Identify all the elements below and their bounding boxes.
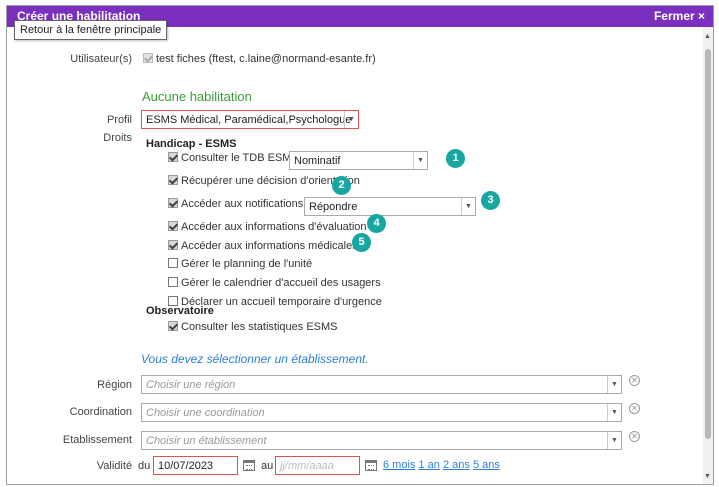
scroll-thumb[interactable]: [705, 49, 711, 439]
notif-action-select[interactable]: Répondre ▼: [304, 197, 476, 216]
profil-value: ESMS Médical, Paramédical,Psychologue: [146, 114, 352, 126]
range-link-2-years[interactable]: 2 ans: [443, 459, 470, 471]
checkbox[interactable]: [168, 240, 178, 250]
date-from-input[interactable]: 10/07/2023: [153, 456, 238, 475]
right-label: Gérer le calendrier d'accueil des usager…: [181, 277, 381, 289]
checkbox[interactable]: [168, 198, 178, 208]
quick-range-links: 6 mois 1 an 2 ans 5 ans: [383, 459, 500, 471]
clear-region-icon[interactable]: ✕: [629, 375, 640, 386]
chevron-down-icon: ▼: [413, 152, 427, 169]
etablissement-placeholder: Choisir un établissement: [146, 435, 267, 447]
right-label: Consulter les statistiques ESMS: [181, 321, 338, 333]
range-link-6-months[interactable]: 6 mois: [383, 459, 415, 471]
coordination-select[interactable]: Choisir une coordination ▼: [141, 403, 622, 422]
notif-action-value: Répondre: [309, 201, 358, 213]
checkbox[interactable]: [168, 221, 178, 231]
calendar-icon[interactable]: [243, 460, 255, 471]
callout-badge-1: 1: [446, 149, 465, 168]
region-select[interactable]: Choisir une région ▼: [141, 375, 622, 394]
right-label: Accéder aux informations d'évaluation: [181, 221, 367, 233]
droits-label: Droits: [103, 132, 132, 144]
chevron-down-icon: ▼: [607, 376, 621, 393]
scroll-up-icon[interactable]: ▲: [704, 33, 711, 40]
checkbox[interactable]: [168, 175, 178, 185]
user-value: test fiches (ftest, c.laine@normand-esan…: [156, 53, 376, 65]
etablissement-select[interactable]: Choisir un établissement ▼: [141, 431, 622, 450]
right-item-statistics[interactable]: Consulter les statistiques ESMS: [168, 321, 338, 333]
range-link-5-years[interactable]: 5 ans: [473, 459, 500, 471]
dialog-window: Créer une habilitation Fermer × Retour à…: [6, 5, 714, 485]
callout-badge-5: 5: [352, 233, 371, 252]
profil-label: Profil: [106, 114, 132, 126]
right-item[interactable]: Gérer le calendrier d'accueil des usager…: [168, 277, 381, 289]
right-item[interactable]: Consulter le TDB ESMS: [168, 152, 299, 164]
tdb-mode-value: Nominatif: [294, 155, 341, 167]
region-label: Région: [97, 379, 132, 391]
scrollbar[interactable]: ▲ ▼: [703, 27, 713, 484]
chevron-down-icon: ▼: [607, 432, 621, 449]
calendar-icon[interactable]: [365, 460, 377, 471]
right-label: Gérer le planning de l'unité: [181, 258, 313, 270]
chevron-down-icon: ▼: [461, 198, 475, 215]
coordination-label: Coordination: [69, 406, 132, 418]
group-handicap-title: Handicap - ESMS: [146, 138, 237, 150]
right-label: Consulter le TDB ESMS: [181, 152, 299, 164]
callout-badge-4: 4: [367, 214, 386, 233]
profil-select[interactable]: ESMS Médical, Paramédical,Psychologue ▼: [141, 110, 359, 129]
checkbox[interactable]: [168, 277, 178, 287]
tdb-mode-select[interactable]: Nominatif ▼: [289, 151, 428, 170]
no-habilitation-heading: Aucune habilitation: [142, 89, 252, 104]
close-button[interactable]: Fermer ×: [654, 9, 705, 23]
range-link-1-year[interactable]: 1 an: [418, 459, 439, 471]
user-checkbox: [143, 53, 153, 63]
callout-badge-2: 2: [332, 176, 351, 195]
establishment-required-message: Vous devez sélectionner un établissement…: [141, 352, 369, 366]
validite-label: Validité: [96, 460, 132, 472]
checkbox[interactable]: [168, 152, 178, 162]
scroll-down-icon[interactable]: ▼: [704, 473, 711, 480]
etablissement-label: Etablissement: [62, 434, 132, 446]
checkbox[interactable]: [168, 321, 178, 331]
right-item[interactable]: Gérer le planning de l'unité: [168, 258, 312, 270]
region-placeholder: Choisir une région: [146, 379, 236, 391]
checkbox[interactable]: [168, 258, 178, 268]
callout-badge-3: 3: [481, 191, 500, 210]
clear-coordination-icon[interactable]: ✕: [629, 403, 640, 414]
user-label: Utilisateur(s): [70, 53, 132, 65]
right-label: Accéder aux informations médicales: [181, 240, 358, 252]
chevron-down-icon: ▼: [607, 404, 621, 421]
coordination-placeholder: Choisir une coordination: [146, 407, 265, 419]
right-item[interactable]: Accéder aux informations d'évaluation: [168, 221, 367, 233]
tooltip: Retour à la fenêtre principale: [14, 20, 168, 40]
user-row: test fiches (ftest, c.laine@normand-esan…: [143, 53, 376, 65]
du-label: du: [138, 460, 151, 472]
group-observatoire-title: Observatoire: [146, 305, 214, 317]
au-label: au: [261, 460, 274, 472]
clear-etablissement-icon[interactable]: ✕: [629, 431, 640, 442]
date-to-input[interactable]: jj/mm/aaaa: [275, 456, 360, 475]
right-item[interactable]: Accéder aux informations médicales: [168, 240, 358, 252]
chevron-down-icon: ▼: [344, 111, 358, 128]
